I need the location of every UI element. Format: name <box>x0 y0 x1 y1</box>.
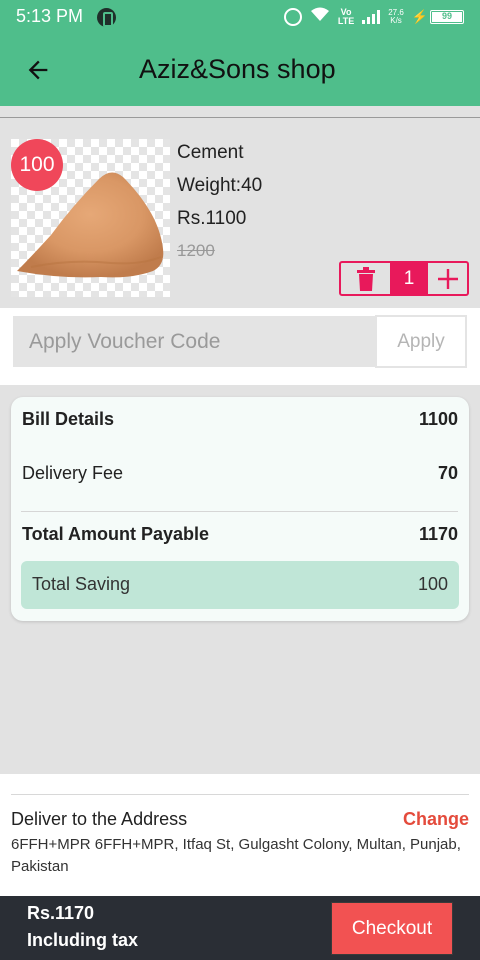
product-original-price: 1200 <box>177 241 215 260</box>
status-bar: 5:13 PM Vo LTE 27.6 K/s ⚡ 99 <box>0 0 480 34</box>
battery-icon: 99 <box>430 9 464 24</box>
product-weight: Weight:40 <box>177 175 263 196</box>
quantity-stepper: 1 <box>339 261 469 296</box>
voucher-section: Apply <box>0 308 480 385</box>
alarm-icon <box>283 7 302 26</box>
product-name: Cement <box>177 142 244 163</box>
increase-quantity-button[interactable] <box>428 263 467 294</box>
plus-icon <box>437 268 458 289</box>
address-heading: Deliver to the Address <box>11 809 188 829</box>
voucher-code-input[interactable] <box>13 316 376 367</box>
trash-icon <box>356 266 375 291</box>
signal-icon <box>362 9 381 24</box>
bill-details-label: Bill Details <box>22 409 115 429</box>
total-payable-label: Total Amount Payable <box>22 524 210 544</box>
wifi-icon <box>310 6 330 27</box>
volte-bottom-text: LTE <box>337 15 355 26</box>
page-title: Aziz&Sons shop <box>139 54 336 84</box>
product-price: Rs.1100 <box>177 208 247 229</box>
bill-summary: Bill Details 1100 Delivery Fee 70 Total … <box>11 397 469 621</box>
back-arrow-icon <box>28 60 48 80</box>
checkout-bar: Rs.1170 Including tax Checkout <box>0 896 480 960</box>
delivery-fee-value: 70 <box>437 463 458 483</box>
checkout-button[interactable]: Checkout <box>331 902 453 955</box>
change-address-link[interactable]: Change <box>403 809 469 830</box>
checkout-total: Rs.1170 <box>27 903 95 923</box>
discount-badge: 100 <box>11 139 63 191</box>
cart-item: 100 Cement Weight:40 Rs.1100 1200 1 <box>0 118 480 308</box>
network-speed: 27.6 K/s <box>388 8 404 25</box>
address-divider <box>11 794 469 795</box>
battery-level: 99 <box>432 11 462 22</box>
network-speed-unit: K/s <box>390 15 402 25</box>
notification-app-icon <box>97 8 116 27</box>
total-payable-value: 1170 <box>418 524 458 544</box>
tax-note: Including tax <box>27 930 139 950</box>
total-saving-label: Total Saving <box>32 574 131 594</box>
quantity-value: 1 <box>390 263 428 294</box>
status-icons: Vo LTE 27.6 K/s ⚡ 99 <box>283 6 464 27</box>
bill-details-value: 1100 <box>418 409 458 429</box>
delivery-address-section: Deliver to the Address Change 6FFH+MPR 6… <box>0 774 480 896</box>
bill-divider <box>21 511 458 512</box>
total-saving-value: 100 <box>417 574 448 594</box>
battery-indicator: ⚡ 99 <box>412 9 464 25</box>
app-bar: Aziz&Sons shop <box>0 34 480 106</box>
volte-icon: Vo LTE <box>337 7 355 26</box>
address-text: 6FFH+MPR 6FFH+MPR, Itfaq St, Gulgasht Co… <box>11 836 461 875</box>
status-time: 5:13 PM <box>16 6 84 26</box>
apply-voucher-button[interactable]: Apply <box>375 315 467 368</box>
back-button[interactable] <box>18 52 58 88</box>
delivery-fee-label: Delivery Fee <box>22 463 124 483</box>
remove-item-button[interactable] <box>341 263 390 294</box>
charging-icon: ⚡ <box>411 8 428 24</box>
total-saving-box: Total Saving 100 <box>21 561 459 609</box>
